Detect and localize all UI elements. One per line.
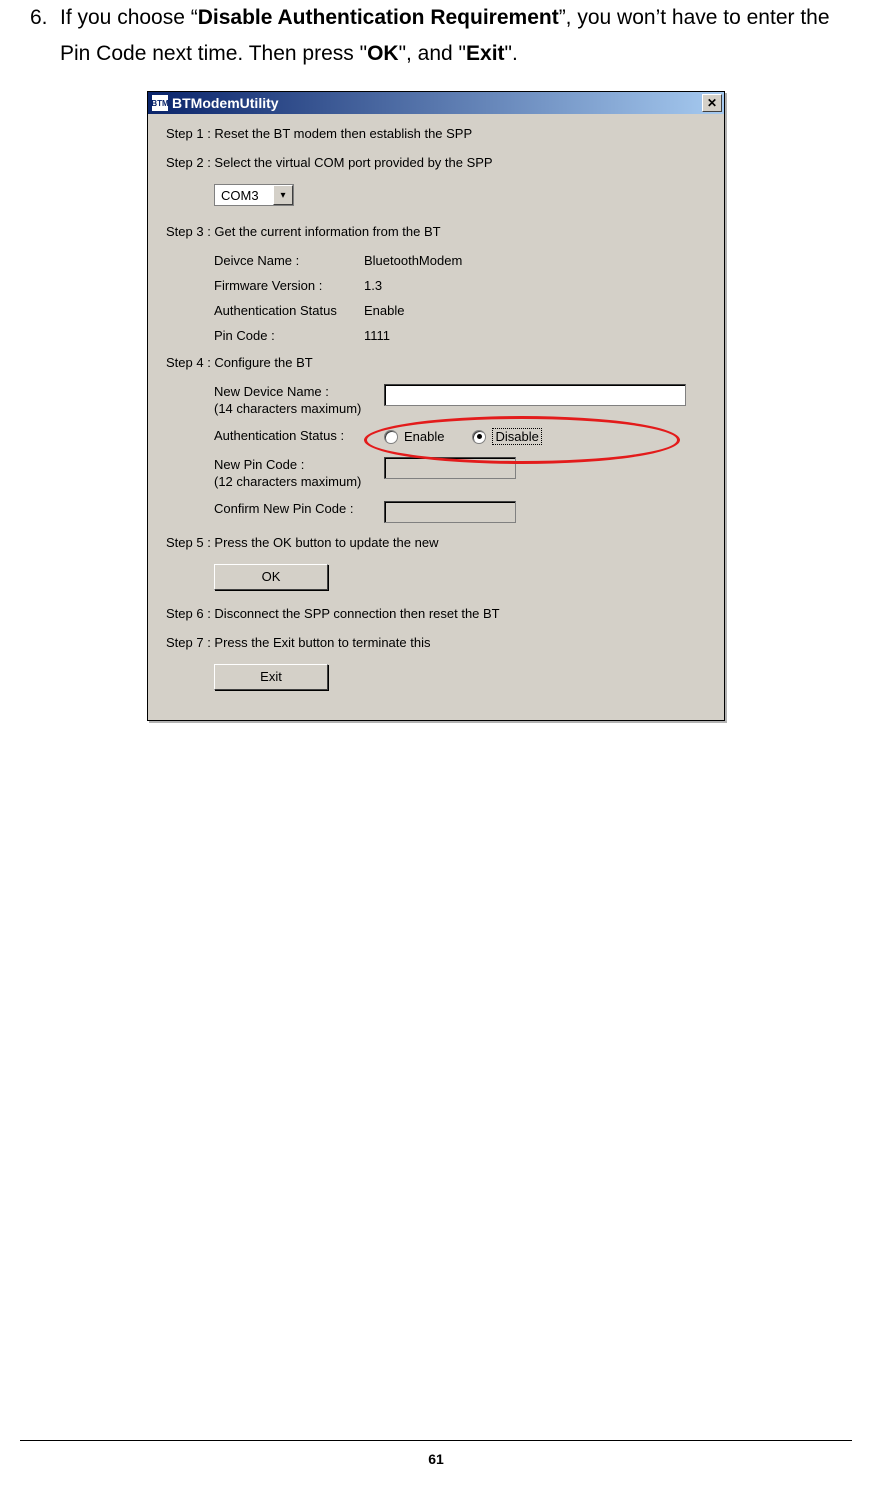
auth-enable-label: Enable bbox=[404, 429, 444, 444]
ok-button[interactable]: OK bbox=[214, 564, 328, 590]
step6-text: Step 6 : Disconnect the SPP connection t… bbox=[166, 606, 706, 621]
radio-icon bbox=[384, 430, 398, 444]
new-device-name-input[interactable] bbox=[384, 384, 686, 406]
btmodem-utility-window: BTM BTModemUtility ✕ Step 1 : Reset the … bbox=[147, 91, 725, 721]
auth-status-config-label: Authentication Status : bbox=[214, 428, 384, 445]
step3-text: Step 3 : Get the current information fro… bbox=[166, 224, 706, 239]
instruction-text: 6. If you choose “Disable Authentication… bbox=[20, 0, 852, 71]
new-pin-input[interactable] bbox=[384, 457, 516, 479]
client-area: Step 1 : Reset the BT modem then establi… bbox=[148, 114, 724, 720]
auth-disable-radio[interactable]: Disable bbox=[472, 428, 541, 445]
firmware-version-value: 1.3 bbox=[364, 278, 382, 293]
footer-divider bbox=[20, 1440, 852, 1441]
new-device-name-label: New Device Name : (14 characters maximum… bbox=[214, 384, 384, 418]
com-port-value: COM3 bbox=[215, 188, 273, 203]
step7-text: Step 7 : Press the Exit button to termin… bbox=[166, 635, 706, 650]
step5-text: Step 5 : Press the OK button to update t… bbox=[166, 535, 706, 550]
new-pin-label: New Pin Code : (12 characters maximum) bbox=[214, 457, 384, 491]
ok-button-label: OK bbox=[262, 569, 281, 584]
window-title: BTModemUtility bbox=[172, 95, 702, 111]
pin-code-label: Pin Code : bbox=[214, 328, 364, 343]
step2-text: Step 2 : Select the virtual COM port pro… bbox=[166, 155, 706, 170]
auth-status-value: Enable bbox=[364, 303, 404, 318]
confirm-pin-label: Confirm New Pin Code : bbox=[214, 501, 384, 523]
exit-button-label: Exit bbox=[260, 669, 282, 684]
auth-disable-label: Disable bbox=[492, 428, 541, 445]
confirm-pin-input[interactable] bbox=[384, 501, 516, 523]
app-icon: BTM bbox=[152, 95, 168, 111]
pin-code-value: 1111 bbox=[364, 328, 390, 343]
chevron-down-icon[interactable]: ▾ bbox=[273, 185, 293, 205]
titlebar: BTM BTModemUtility ✕ bbox=[148, 92, 724, 114]
firmware-version-label: Firmware Version : bbox=[214, 278, 364, 293]
step1-text: Step 1 : Reset the BT modem then establi… bbox=[166, 126, 706, 141]
auth-enable-radio[interactable]: Enable bbox=[384, 429, 444, 444]
exit-button[interactable]: Exit bbox=[214, 664, 328, 690]
device-name-label: Deivce Name : bbox=[214, 253, 364, 268]
close-icon: ✕ bbox=[707, 97, 717, 109]
auth-status-label: Authentication Status bbox=[214, 303, 364, 318]
close-button[interactable]: ✕ bbox=[702, 94, 722, 112]
com-port-combo[interactable]: COM3 ▾ bbox=[214, 184, 294, 206]
radio-icon bbox=[472, 430, 486, 444]
instruction-number: 6. bbox=[30, 0, 56, 36]
step4-text: Step 4 : Configure the BT bbox=[166, 355, 706, 370]
device-name-value: BluetoothModem bbox=[364, 253, 462, 268]
page-number: 61 bbox=[0, 1451, 872, 1467]
